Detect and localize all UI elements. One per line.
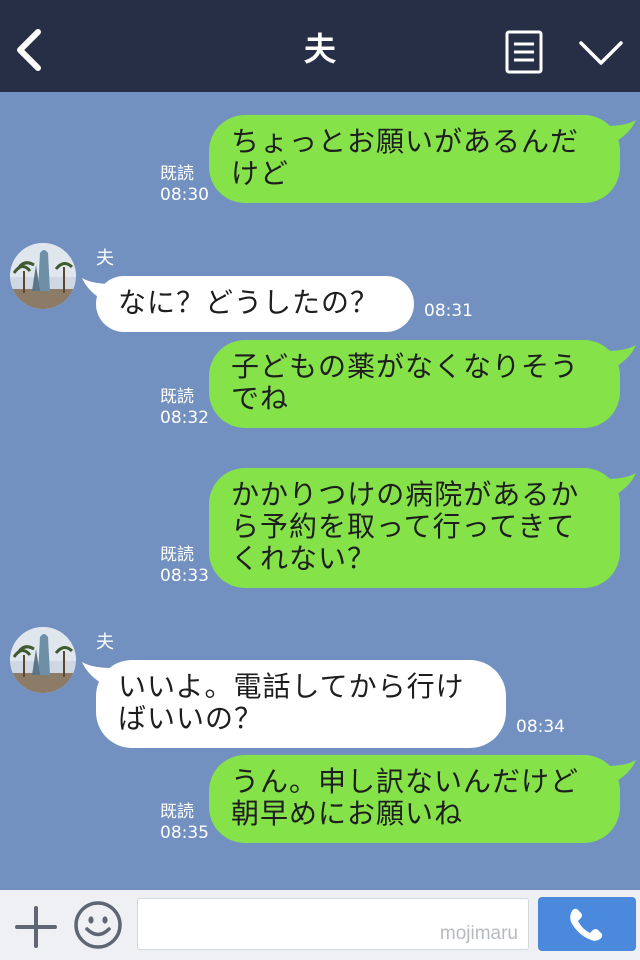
emoji-button[interactable] xyxy=(73,900,123,950)
sender-name: 夫 xyxy=(96,248,114,269)
message-bubble-sent[interactable]: かかりつけの病院があるか ら予約を取って行ってきて くれない？ xyxy=(209,468,620,588)
back-button[interactable] xyxy=(14,28,48,72)
avatar[interactable] xyxy=(10,627,76,693)
message-line: ら予約を取って行ってきて xyxy=(231,510,576,543)
read-receipt: 既読 xyxy=(160,387,194,407)
watermark: mojimaru xyxy=(439,923,518,944)
message-line: けど xyxy=(231,157,290,190)
message-meta: 既読 08:32 xyxy=(160,387,209,429)
read-receipt: 既読 xyxy=(160,545,194,565)
chevron-left-icon xyxy=(17,29,41,71)
message-line: くれない？ xyxy=(231,542,377,575)
message-meta: 既読 08:33 xyxy=(160,545,209,587)
phone-icon xyxy=(570,908,603,941)
message-line: ちょっとお願いがあるんだ xyxy=(231,125,580,158)
profile-photo xyxy=(10,627,76,693)
message-time: 08:33 xyxy=(160,566,209,586)
message-time: 08:30 xyxy=(160,185,209,205)
message-line: ばいいの？ xyxy=(118,702,264,735)
chat-header: 夫 xyxy=(0,0,640,92)
plus-icon xyxy=(15,906,57,948)
smiley-icon xyxy=(74,901,122,949)
chat-title: 夫 xyxy=(303,30,336,68)
chat-area[interactable]: 既読 08:30 ちょっとお願いがあるんだ けど 夫 なに？どうしたの？ 08:… xyxy=(0,92,640,890)
message-time: 08:34 xyxy=(516,717,565,737)
menu-button[interactable] xyxy=(505,30,543,74)
profile-photo xyxy=(10,243,76,309)
message-input[interactable]: mojimaru xyxy=(137,898,529,950)
message-line: 朝早めにお願いね xyxy=(231,797,464,830)
message-line: なに？どうしたの？ xyxy=(118,286,380,319)
avatar[interactable] xyxy=(10,243,76,309)
message-meta: 既読 08:35 xyxy=(160,802,209,844)
message-time: 08:32 xyxy=(160,408,209,428)
add-button[interactable] xyxy=(14,905,58,949)
message-bubble-sent[interactable]: ちょっとお願いがあるんだ けど xyxy=(209,115,620,203)
message-line: いいよ。電話してから行け xyxy=(118,670,465,703)
sender-name: 夫 xyxy=(96,632,114,653)
read-receipt: 既読 xyxy=(160,164,194,184)
message-time: 08:31 xyxy=(424,301,473,321)
chevron-down-icon xyxy=(579,41,623,65)
message-line: うん。申し訳ないんだけど xyxy=(231,765,580,798)
message-line: 子どもの薬がなくなりそう xyxy=(231,350,580,383)
message-bubble-received[interactable]: いいよ。電話してから行け ばいいの？ xyxy=(96,660,506,748)
message-time: 08:35 xyxy=(160,823,209,843)
message-bubble-received[interactable]: なに？どうしたの？ xyxy=(96,276,414,332)
message-bubble-sent[interactable]: うん。申し訳ないんだけど 朝早めにお願いね xyxy=(209,755,620,843)
collapse-button[interactable] xyxy=(578,38,624,68)
message-meta: 既読 08:30 xyxy=(160,164,209,206)
message-bubble-sent[interactable]: 子どもの薬がなくなりそう でね xyxy=(209,340,620,428)
menu-icon xyxy=(505,30,543,74)
call-button[interactable] xyxy=(538,897,636,951)
read-receipt: 既読 xyxy=(160,802,194,822)
message-line: かかりつけの病院があるか xyxy=(231,478,580,511)
message-line: でね xyxy=(231,382,290,415)
